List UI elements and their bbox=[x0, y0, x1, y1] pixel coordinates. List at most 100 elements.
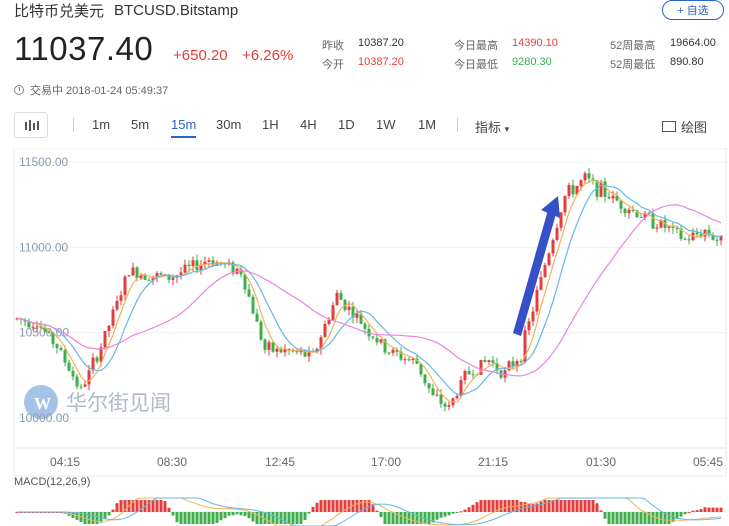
macd-bar bbox=[435, 512, 439, 520]
x-tick-label: 12:45 bbox=[265, 455, 295, 469]
macd-bar bbox=[335, 500, 339, 512]
candle-body bbox=[247, 289, 251, 297]
instrument-symbol: BTCUSD.Bitstamp bbox=[114, 1, 239, 19]
macd-bar bbox=[619, 512, 623, 524]
candle-body bbox=[603, 181, 607, 197]
candle-body bbox=[331, 305, 335, 320]
macd-bar bbox=[691, 510, 695, 512]
tab-15m[interactable]: 15m bbox=[171, 117, 197, 138]
indicator-label: 指标 bbox=[475, 120, 502, 135]
macd-bar bbox=[635, 512, 639, 524]
macd-bar bbox=[651, 512, 655, 524]
candle-body bbox=[487, 360, 491, 362]
x-tick-label: 17:00 bbox=[371, 455, 401, 469]
macd-bar bbox=[319, 500, 323, 512]
candle-body bbox=[491, 360, 495, 363]
candlestick-icon-bar bbox=[29, 120, 31, 131]
candle-body bbox=[159, 273, 163, 275]
candlestick-icon-bar bbox=[37, 121, 39, 130]
macd-bar bbox=[291, 512, 295, 524]
candle-body bbox=[587, 173, 591, 179]
macd-bar bbox=[167, 507, 171, 512]
candle-body bbox=[63, 349, 67, 363]
tab-30m[interactable]: 30m bbox=[216, 117, 241, 132]
macd-bar bbox=[279, 512, 283, 524]
candlestick-type-button[interactable] bbox=[14, 112, 48, 138]
macd-bar bbox=[715, 507, 719, 512]
macd-bar bbox=[235, 512, 239, 515]
candle-body bbox=[423, 374, 427, 384]
instrument-name: 比特币兑美元 bbox=[14, 2, 105, 20]
macd-bar bbox=[567, 500, 571, 512]
candlestick-chart[interactable]: W 华尔街见闻 11500.0011000.0010500.0010000.00… bbox=[0, 148, 729, 526]
macd-bar bbox=[487, 500, 491, 512]
wk52-low-value: 890.80 bbox=[670, 56, 704, 68]
macd-bar bbox=[163, 501, 167, 512]
candle-body bbox=[379, 339, 383, 343]
tab-1w[interactable]: 1W bbox=[376, 117, 396, 132]
macd-bar bbox=[111, 509, 115, 512]
macd-bar bbox=[311, 506, 315, 512]
tab-1h[interactable]: 1H bbox=[262, 117, 279, 132]
candle-body bbox=[263, 339, 267, 350]
macd-bar bbox=[447, 512, 451, 516]
macd-bar bbox=[519, 501, 523, 512]
macd-bar bbox=[299, 512, 303, 524]
tab-4h[interactable]: 4H bbox=[300, 117, 317, 132]
macd-bar bbox=[507, 500, 511, 512]
candle-body bbox=[455, 396, 459, 399]
macd-bar bbox=[135, 500, 139, 512]
macd-bar bbox=[115, 503, 119, 512]
macd-bar bbox=[559, 500, 563, 512]
tab-1mo[interactable]: 1M bbox=[418, 117, 436, 132]
candlestick-icon bbox=[25, 122, 27, 130]
macd-bar bbox=[243, 512, 247, 517]
macd-bar bbox=[499, 500, 503, 512]
macd-bar bbox=[191, 512, 195, 524]
macd-bar bbox=[207, 512, 211, 524]
toolbar-divider bbox=[457, 118, 458, 132]
candle-body bbox=[103, 331, 107, 348]
tab-5m[interactable]: 5m bbox=[131, 117, 149, 132]
candle-body bbox=[627, 209, 631, 214]
macd-bar bbox=[347, 500, 351, 512]
candle-body bbox=[107, 325, 111, 332]
macd-bar bbox=[195, 512, 199, 524]
macd-bar bbox=[179, 512, 183, 524]
tab-1d[interactable]: 1D bbox=[338, 117, 355, 132]
open-label: 今开 bbox=[322, 59, 344, 71]
macd-bar bbox=[555, 500, 559, 512]
add-watchlist-button[interactable]: + 自选 bbox=[662, 0, 724, 20]
macd-bar bbox=[155, 500, 159, 512]
macd-bar bbox=[711, 507, 715, 512]
chevron-down-icon: ▾ bbox=[504, 124, 510, 134]
macd-bar bbox=[563, 500, 567, 512]
macd-bar bbox=[327, 500, 331, 512]
candle-body bbox=[271, 342, 275, 352]
candle-body bbox=[435, 394, 439, 396]
candle-body bbox=[335, 292, 339, 306]
candle-body bbox=[431, 388, 435, 396]
x-tick-label: 04:15 bbox=[50, 455, 80, 469]
macd-bar bbox=[475, 502, 479, 512]
indicator-dropdown[interactable]: 指标 ▾ bbox=[475, 117, 509, 136]
day-low-value: 9280.30 bbox=[512, 56, 552, 68]
macd-bar bbox=[307, 512, 311, 514]
macd-bar bbox=[583, 500, 587, 512]
candle-body bbox=[463, 370, 467, 381]
candle-body bbox=[555, 227, 559, 240]
macd-bar bbox=[387, 512, 391, 524]
candle-body bbox=[687, 239, 691, 241]
macd-bar bbox=[203, 512, 207, 524]
tab-1m[interactable]: 1m bbox=[92, 117, 110, 132]
macd-bar bbox=[659, 512, 663, 524]
candle-body bbox=[675, 227, 679, 229]
candle-body bbox=[407, 359, 411, 361]
macd-bar bbox=[427, 512, 431, 524]
macd-bar bbox=[471, 504, 475, 512]
candle-body bbox=[527, 321, 531, 331]
macd-bar bbox=[315, 502, 319, 512]
draw-button[interactable]: 绘图 bbox=[662, 117, 707, 136]
candle-body bbox=[75, 376, 79, 387]
candle-body bbox=[579, 180, 583, 187]
